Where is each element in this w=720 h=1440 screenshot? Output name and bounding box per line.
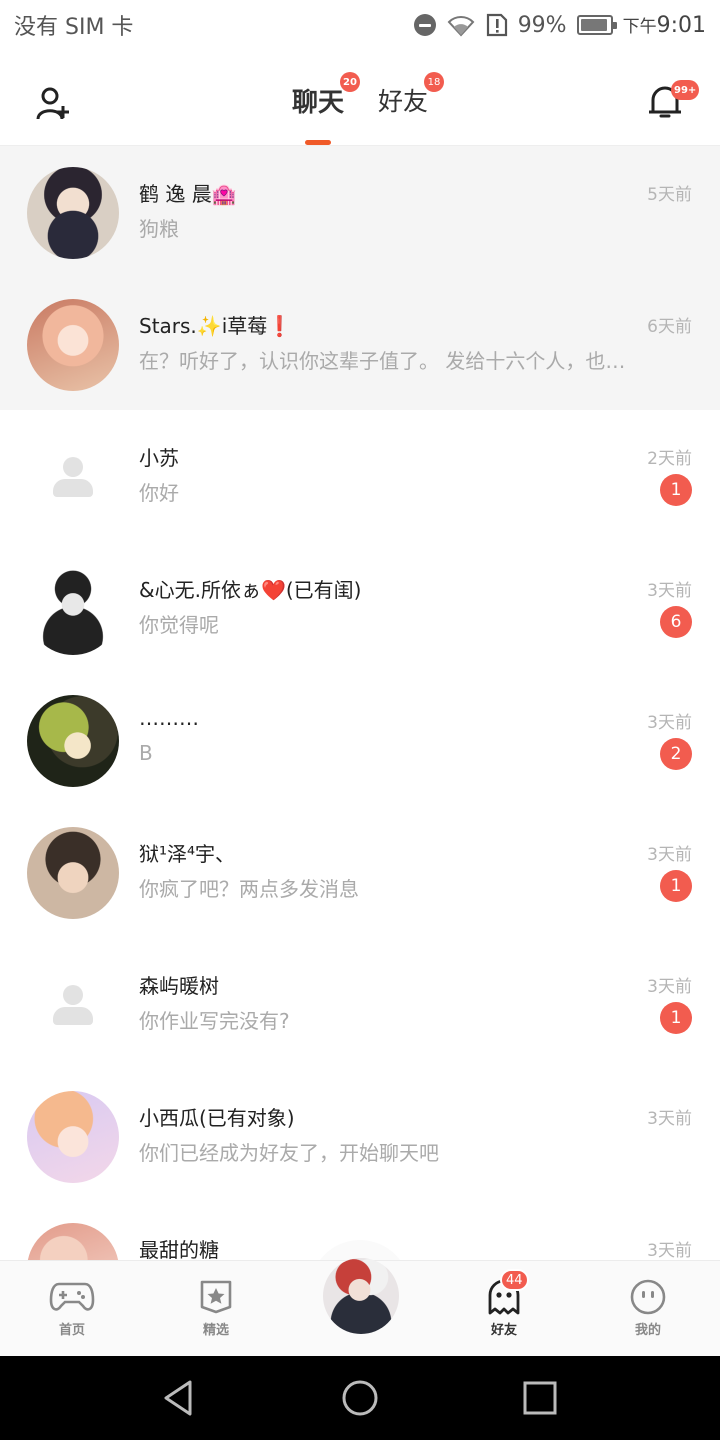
chat-item[interactable]: ……… B 3天前 2 bbox=[0, 674, 720, 806]
chat-time: 3天前 bbox=[647, 581, 692, 601]
status-bar: 没有 SIM 卡 99% 下午9:01 bbox=[0, 0, 720, 50]
star-icon bbox=[193, 1277, 239, 1317]
battery-icon bbox=[576, 15, 617, 35]
back-icon[interactable] bbox=[160, 1378, 200, 1418]
chat-last-message: 狗粮 bbox=[139, 217, 179, 241]
chat-last-message: 你们已经成为好友了，开始聊天吧 bbox=[139, 1141, 439, 1165]
tab-friends-label: 好友 bbox=[378, 87, 429, 116]
clock-prefix: 下午 bbox=[622, 17, 657, 37]
avatar[interactable] bbox=[27, 1091, 119, 1183]
tab-friends[interactable]: 好友 18 bbox=[378, 72, 445, 119]
default-avatar-icon[interactable] bbox=[27, 959, 119, 1051]
avatar[interactable] bbox=[27, 1223, 119, 1260]
wifi-icon bbox=[446, 13, 476, 37]
nav-featured-label: 精选 bbox=[202, 1323, 229, 1338]
do-not-disturb-icon bbox=[413, 14, 436, 36]
chat-last-message: B bbox=[139, 741, 153, 765]
notification-badge: 99+ bbox=[671, 80, 700, 100]
recents-square-icon[interactable] bbox=[520, 1378, 560, 1418]
top-header: 聊天 20 好友 18 99+ bbox=[0, 50, 720, 146]
tab-chat-badge: 20 bbox=[340, 72, 360, 92]
avatar[interactable] bbox=[27, 695, 119, 787]
unread-badge: 2 bbox=[660, 738, 692, 770]
tab-chat-label: 聊天 bbox=[291, 88, 344, 118]
chat-item[interactable]: 小西瓜(已有对象) 你们已经成为好友了，开始聊天吧 3天前 bbox=[0, 1070, 720, 1202]
chat-name: 狱¹泽⁴宇、 bbox=[139, 842, 236, 866]
chat-name: 最甜的糖 bbox=[139, 1238, 219, 1260]
chat-last-message: 你疯了吧？两点多发消息 bbox=[139, 877, 359, 901]
chat-item[interactable]: 小苏 你好 2天前 1 bbox=[0, 410, 720, 542]
unread-badge: 6 bbox=[660, 606, 692, 638]
chat-list[interactable]: 鹤 逸 晨🏩 狗粮 5天前 Stars.✨i草莓❗ 在？听好了，认识你这辈子值了… bbox=[0, 146, 720, 1260]
chat-name: 小苏 bbox=[139, 446, 179, 470]
nav-me[interactable]: 我的 bbox=[576, 1261, 720, 1356]
system-nav-bar bbox=[0, 1356, 720, 1440]
nav-friends-label: 好友 bbox=[490, 1323, 517, 1338]
alert-icon bbox=[486, 13, 508, 37]
nav-home[interactable]: 首页 bbox=[0, 1261, 144, 1356]
face-icon bbox=[625, 1277, 671, 1317]
chat-last-message: 你觉得呢 bbox=[139, 613, 219, 637]
chat-name: 鹤 逸 晨🏩 bbox=[139, 182, 237, 206]
carrier-text: 没有 SIM 卡 bbox=[14, 15, 134, 40]
top-tabs: 聊天 20 好友 18 bbox=[0, 72, 720, 119]
chat-name: 小西瓜(已有对象) bbox=[139, 1106, 295, 1130]
clock-time: 9:01 bbox=[656, 13, 706, 38]
chat-item[interactable]: Stars.✨i草莓❗ 在？听好了，认识你这辈子值了。 发给十六个人，也包… 6… bbox=[0, 278, 720, 410]
unread-badge: 1 bbox=[660, 870, 692, 902]
nav-me-label: 我的 bbox=[634, 1323, 661, 1338]
chat-time: 2天前 bbox=[647, 449, 692, 469]
unread-badge: 1 bbox=[660, 474, 692, 506]
chat-time: 3天前 bbox=[647, 977, 692, 997]
chat-last-message: 你作业写完没有? bbox=[139, 1009, 290, 1033]
chat-time: 3天前 bbox=[647, 1241, 692, 1260]
avatar[interactable] bbox=[27, 167, 119, 259]
chat-name: 森屿暖树 bbox=[139, 974, 219, 998]
chat-item[interactable]: 狱¹泽⁴宇、 你疯了吧？两点多发消息 3天前 1 bbox=[0, 806, 720, 938]
tab-chat[interactable]: 聊天 20 bbox=[291, 72, 360, 119]
status-icons: 99% 下午9:01 bbox=[413, 12, 706, 38]
chat-last-message: 你好 bbox=[139, 481, 179, 505]
chat-last-message: 在？听好了，认识你这辈子值了。 发给十六个人，也包… bbox=[139, 349, 644, 373]
chat-item[interactable]: 鹤 逸 晨🏩 狗粮 5天前 bbox=[0, 146, 720, 278]
chat-time: 6天前 bbox=[647, 317, 692, 337]
nav-friends[interactable]: 好友 44 bbox=[432, 1261, 576, 1356]
default-avatar-icon[interactable] bbox=[27, 431, 119, 523]
nav-featured[interactable]: 精选 bbox=[144, 1261, 288, 1356]
chat-name: Stars.✨i草莓❗ bbox=[139, 314, 293, 338]
nav-home-label: 首页 bbox=[58, 1323, 85, 1338]
chat-time: 5天前 bbox=[647, 185, 692, 205]
nav-friends-badge: 44 bbox=[500, 1269, 529, 1291]
chat-item[interactable]: 森屿暖树 你作业写完没有? 3天前 1 bbox=[0, 938, 720, 1070]
clock: 下午9:01 bbox=[623, 12, 706, 38]
unread-badge: 1 bbox=[660, 1002, 692, 1034]
notification-button[interactable]: 99+ bbox=[645, 80, 700, 122]
chat-time: 3天前 bbox=[647, 713, 692, 733]
battery-percent: 99% bbox=[517, 12, 567, 38]
chat-time: 3天前 bbox=[647, 845, 692, 865]
avatar[interactable] bbox=[27, 827, 119, 919]
avatar[interactable] bbox=[27, 563, 119, 655]
chat-item[interactable]: &心无.所依ぁ❤️(已有闺) 你觉得呢 3天前 6 bbox=[0, 542, 720, 674]
home-circle-icon[interactable] bbox=[340, 1378, 380, 1418]
gamepad-icon bbox=[49, 1277, 95, 1317]
chat-time: 3天前 bbox=[647, 1109, 692, 1129]
active-tab-indicator bbox=[305, 140, 331, 145]
chat-name: ……… bbox=[139, 706, 199, 730]
avatar[interactable] bbox=[27, 299, 119, 391]
tab-friends-badge: 18 bbox=[424, 72, 445, 92]
center-avatar-button[interactable] bbox=[323, 1258, 399, 1334]
chat-name: &心无.所依ぁ❤️(已有闺) bbox=[139, 578, 362, 602]
